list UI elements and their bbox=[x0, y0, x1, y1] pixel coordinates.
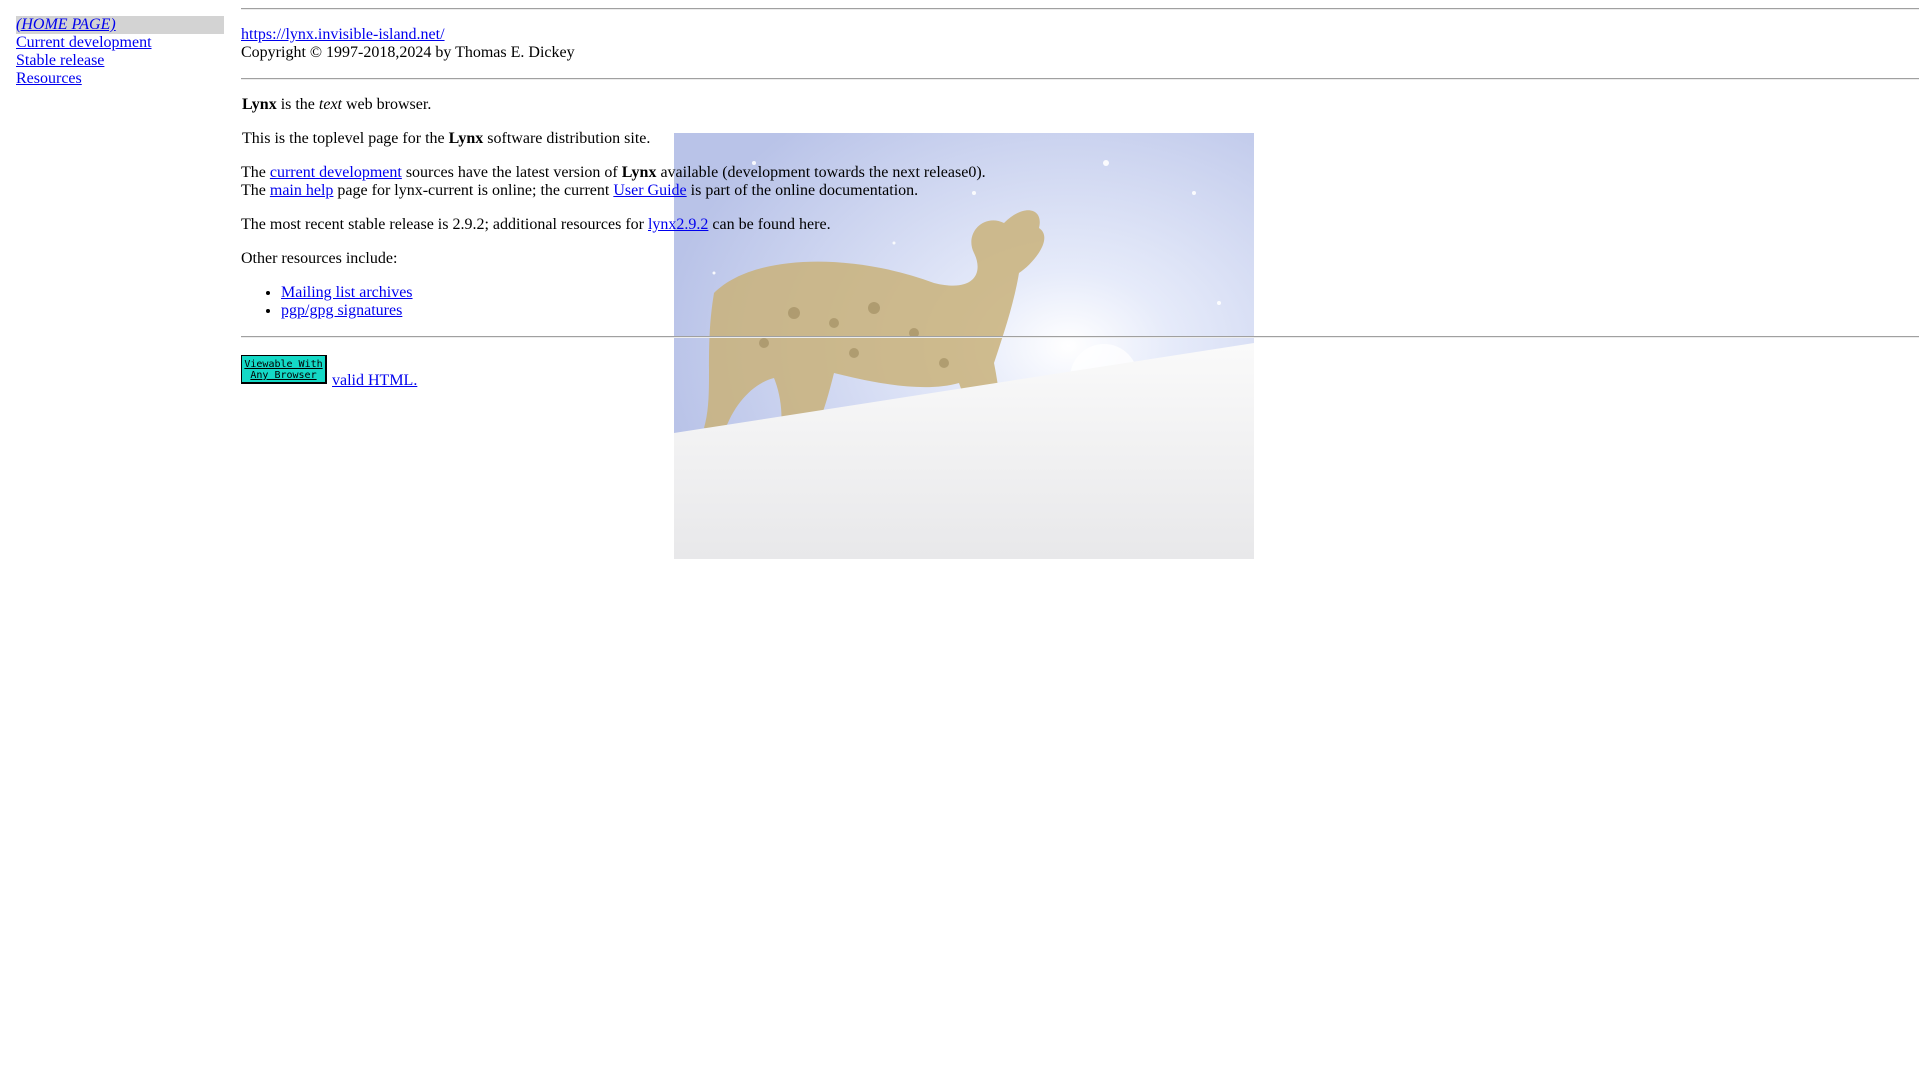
lynx-name: Lynx bbox=[448, 130, 484, 147]
mailing-list-link[interactable]: Mailing list archives bbox=[281, 284, 413, 301]
stable-text-2: can be found here. bbox=[708, 216, 831, 233]
dev-text-3: available (development towards the next … bbox=[656, 164, 986, 181]
copyright-text: Copyright © 1997-2018,2024 by Thomas E. … bbox=[241, 44, 575, 61]
dev-line-2: The main help page for lynx-current is o… bbox=[241, 182, 918, 200]
nav-current-development[interactable]: Current development bbox=[16, 34, 224, 52]
toplevel-text-1: This is the toplevel page for the bbox=[242, 130, 449, 147]
intro-paragraph: Lynx is the text web browser. bbox=[242, 96, 431, 114]
list-item: Mailing list archives bbox=[281, 284, 413, 302]
resources-list: Mailing list archives pgp/gpg signatures bbox=[241, 284, 413, 320]
dev-text-1: The bbox=[241, 164, 270, 181]
top-divider bbox=[241, 8, 1919, 10]
lynx-stable-link[interactable]: lynx2.9.2 bbox=[648, 216, 708, 233]
nav-stable-release[interactable]: Stable release bbox=[16, 52, 224, 70]
badge-line-1: Viewable With bbox=[244, 359, 323, 370]
toplevel-paragraph: This is the toplevel page for the Lynx s… bbox=[242, 130, 650, 148]
help-text-1: The bbox=[241, 182, 270, 199]
list-item: pgp/gpg signatures bbox=[281, 302, 413, 320]
help-text-3: is part of the online documentation. bbox=[686, 182, 919, 199]
help-text-2: page for lynx-current is online; the cur… bbox=[333, 182, 614, 199]
user-guide-link[interactable]: User Guide bbox=[613, 182, 686, 199]
lynx-name: Lynx bbox=[242, 96, 277, 113]
text-emphasis: text bbox=[318, 96, 342, 113]
header-divider bbox=[241, 78, 1919, 80]
pgp-signatures-link[interactable]: pgp/gpg signatures bbox=[281, 302, 402, 319]
badge-line-2: Any Browser bbox=[250, 370, 317, 381]
current-development-link[interactable]: current development bbox=[270, 164, 402, 181]
dev-text-2: sources have the latest version of bbox=[401, 164, 622, 181]
nav-resources[interactable]: Resources bbox=[16, 70, 224, 88]
footer-divider bbox=[241, 336, 1919, 338]
valid-html-link[interactable]: valid HTML. bbox=[332, 372, 417, 390]
lynx-name: Lynx bbox=[621, 164, 657, 181]
nav-home-page[interactable]: (HOME PAGE) bbox=[16, 16, 224, 34]
main-help-link[interactable]: main help bbox=[270, 182, 334, 199]
stable-text-1: The most recent stable release is 2.9.2;… bbox=[241, 216, 648, 233]
intro-text-1: is the bbox=[276, 96, 319, 113]
toplevel-text-2: software distribution site. bbox=[483, 130, 651, 147]
dev-line-1: The current development sources have the… bbox=[241, 164, 986, 182]
stable-paragraph: The most recent stable release is 2.9.2;… bbox=[241, 216, 831, 234]
other-resources-heading: Other resources include: bbox=[241, 250, 398, 267]
left-nav: (HOME PAGE) Current development Stable r… bbox=[16, 16, 224, 88]
intro-text-2: web browser. bbox=[342, 96, 432, 113]
site-url-link[interactable]: https://lynx.invisible-island.net/ bbox=[241, 26, 445, 44]
viewable-any-browser-badge[interactable]: Viewable With Any Browser bbox=[241, 355, 327, 384]
